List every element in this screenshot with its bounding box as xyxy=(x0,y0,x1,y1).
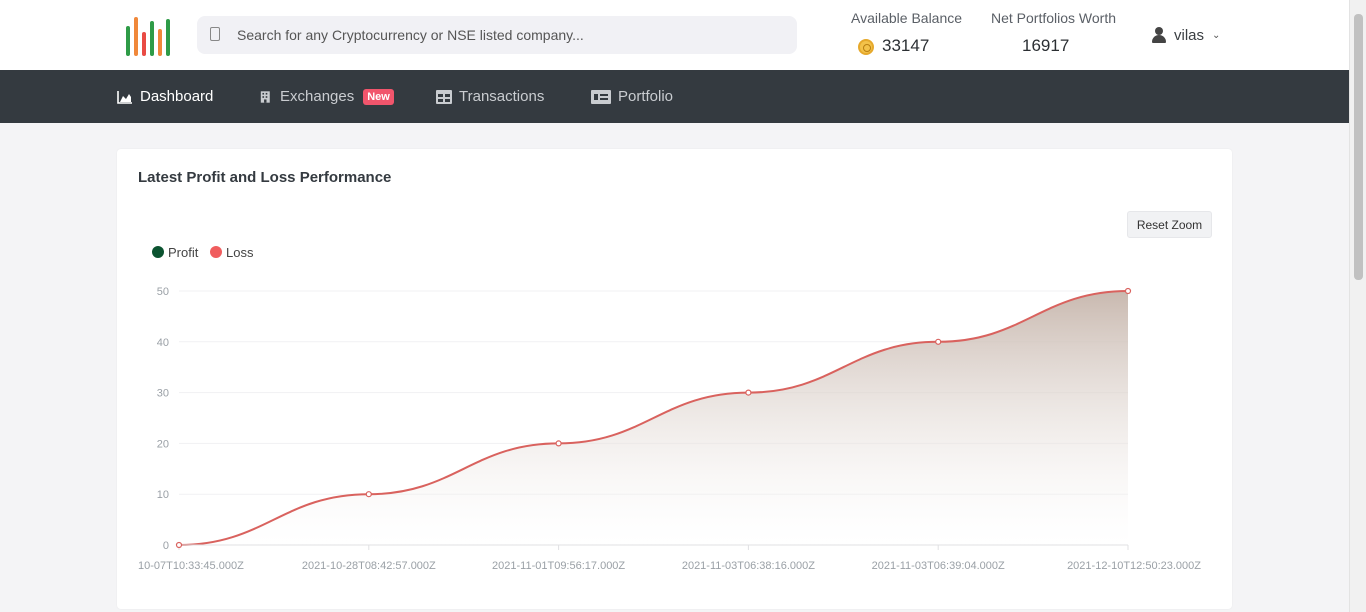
search-input[interactable] xyxy=(237,16,787,54)
x-tick-label: 2021-12-10T12:50:23.000Z xyxy=(1067,560,1201,572)
x-tick-label: 10-07T10:33:45.000Z xyxy=(138,560,244,572)
nav-label-dashboard: Dashboard xyxy=(140,88,214,105)
nav-label-exchanges: Exchanges xyxy=(280,88,355,105)
x-tick-label: 2021-11-01T09:56:17.000Z xyxy=(492,560,625,572)
x-tick-label: 2021-11-03T06:38:16.000Z xyxy=(682,560,815,572)
nav-item-exchanges[interactable]: Exchanges New xyxy=(260,70,394,123)
x-tick-label: 2021-10-28T08:42:57.000Z xyxy=(302,560,436,572)
building-icon xyxy=(260,90,270,103)
table-icon xyxy=(436,89,452,104)
search-bar xyxy=(197,16,797,54)
net-worth-label: Net Portfolios Worth xyxy=(991,10,1117,26)
legend-marker-profit[interactable] xyxy=(152,246,164,258)
user-name: vilas xyxy=(1174,26,1205,44)
y-tick-label: 50 xyxy=(157,286,169,298)
legend-marker-loss[interactable] xyxy=(210,246,222,258)
nav-item-portfolio[interactable]: Portfolio xyxy=(591,70,673,123)
pnl-card: Latest Profit and Loss Performance Reset… xyxy=(117,149,1232,609)
area-chart-icon xyxy=(117,90,132,104)
y-tick-label: 20 xyxy=(157,438,169,450)
pnl-chart[interactable]: Profit Loss 0 10 20 30 40 50 10-07T10:33:45.00… xyxy=(117,149,1232,589)
data-point[interactable] xyxy=(1124,287,1132,295)
data-point[interactable] xyxy=(935,338,942,345)
nav-item-transactions[interactable]: Transactions xyxy=(436,70,544,123)
nav-item-dashboard[interactable]: Dashboard xyxy=(117,70,213,123)
scrollbar-thumb[interactable] xyxy=(1354,14,1363,280)
money-card-icon xyxy=(591,89,611,104)
net-worth-value: 16917 xyxy=(1022,36,1070,55)
new-badge: New xyxy=(363,88,394,105)
data-point[interactable] xyxy=(365,491,372,498)
data-point[interactable] xyxy=(175,541,183,549)
nav-label-portfolio: Portfolio xyxy=(618,88,674,105)
coin-icon xyxy=(858,39,874,55)
y-tick-label: 40 xyxy=(157,337,169,349)
legend-label-profit[interactable]: Profit xyxy=(168,245,199,260)
available-balance-value: 33147 xyxy=(882,36,930,55)
available-balance-label: Available Balance xyxy=(851,10,963,26)
data-point[interactable] xyxy=(745,389,752,396)
chevron-down-icon: ⌄ xyxy=(1212,29,1221,41)
y-tick-label: 10 xyxy=(157,489,169,501)
x-tick-label: 2021-11-03T06:39:04.000Z xyxy=(872,560,1005,572)
legend-label-loss[interactable]: Loss xyxy=(226,245,254,260)
search-icon xyxy=(210,27,220,41)
app-logo[interactable] xyxy=(125,12,173,58)
data-point[interactable] xyxy=(555,440,562,447)
y-tick-label: 0 xyxy=(163,540,169,552)
top-header: Available Balance 33147 Net Portfolios W… xyxy=(0,0,1349,70)
user-icon xyxy=(1152,27,1166,43)
y-tick-label: 30 xyxy=(157,388,169,400)
nav-label-transactions: Transactions xyxy=(459,88,545,105)
main-nav: Dashboard Exchanges New Transactions Por… xyxy=(0,70,1349,123)
user-menu[interactable]: vilas ⌄ xyxy=(1152,24,1220,46)
page-scrollbar[interactable] xyxy=(1349,0,1366,612)
